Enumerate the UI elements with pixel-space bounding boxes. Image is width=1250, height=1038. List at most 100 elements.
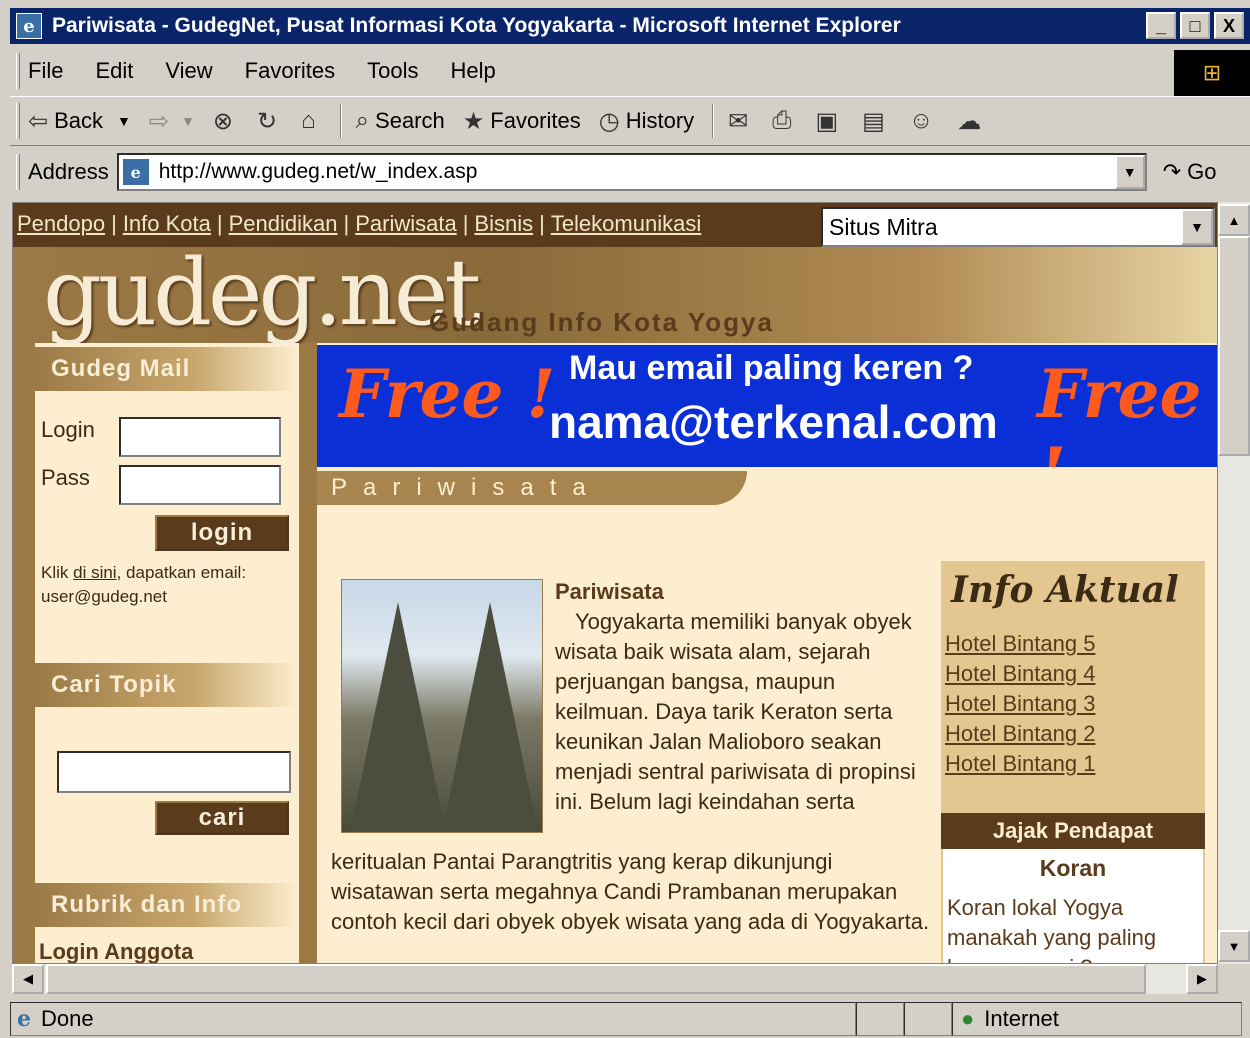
menu-edit[interactable]: Edit [95,58,133,84]
discuss-button[interactable]: ☁ [957,107,987,136]
info-link-hotel-3[interactable]: Hotel Bintang 3 [945,691,1095,717]
nav-link-telekomunikasi[interactable]: Telekomunikasi [551,211,701,236]
nav-link-bisnis[interactable]: Bisnis [474,211,533,236]
situs-mitra-select[interactable]: Situs Mitra ▼ [821,207,1215,247]
scroll-right-icon[interactable]: ▶ [1186,964,1218,994]
poll-question: Koran lokal Yogya manakah yang paling ka… [947,895,1157,963]
status-main: e Done [10,1002,856,1036]
home-button[interactable]: ⌂ [301,107,322,135]
info-link-hotel-5[interactable]: Hotel Bintang 5 [945,631,1095,657]
poll-body: Koran Koran lokal Yogya manakah yang pal… [943,849,1203,963]
horizontal-scrollbar[interactable]: ◀ ▶ [12,964,1218,994]
history-icon: ◷ [598,107,620,135]
status-text: Done [41,1006,94,1031]
chevron-down-icon[interactable]: ▼ [1181,209,1213,245]
vertical-scroll-thumb[interactable] [1218,236,1250,456]
toolbar-separator [339,104,342,138]
menu-grip [16,53,20,89]
go-button[interactable]: ↷ Go [1163,159,1217,185]
back-label: Back [54,108,104,133]
menu-help[interactable]: Help [451,58,496,84]
cari-topik-title: Cari Topik [35,663,299,707]
address-dropdown-icon[interactable]: ▼ [1114,155,1145,189]
poll-subtitle: Koran [1039,855,1107,881]
favorites-icon: ★ [462,107,485,135]
nav-link-info-kota[interactable]: Info Kota [123,211,211,236]
info-link-hotel-4[interactable]: Hotel Bintang 4 [945,661,1095,687]
mail-button[interactable]: ✉ [728,107,754,136]
history-label: History [625,108,695,133]
section-tab: Pariwisata [317,471,747,505]
history-button[interactable]: ◷ History [599,107,694,136]
nav-link-pariwisata[interactable]: Pariwisata [355,211,456,236]
mail-note: Klik di sini, dapatkan email: user@gudeg… [41,561,291,609]
mail-icon: ✉ [728,107,749,135]
menu-file[interactable]: File [28,58,63,84]
stop-button[interactable]: ⊗ [213,107,239,136]
page-button[interactable]: ▤ [862,107,891,136]
scroll-down-icon[interactable]: ▼ [1218,930,1250,962]
login-input[interactable] [119,417,281,457]
info-link-hotel-1[interactable]: Hotel Bintang 1 [945,751,1095,777]
scroll-up-icon[interactable]: ▲ [1218,204,1250,236]
info-aktual-box: Info Aktual Hotel Bintang 5 Hotel Bintan… [941,561,1205,963]
menu-view[interactable]: View [165,58,212,84]
page-content: Pendopo | Info Kota | Pendidikan | Pariwisata |… [12,202,1218,964]
print-button[interactable]: ⎙ [772,107,797,135]
toolbar-separator [712,104,715,138]
search-icon: ⌕ [355,107,370,134]
address-url[interactable]: http://www.gudeg.net/w_index.asp [159,160,478,184]
back-button[interactable]: ⇦ Back ▼ [28,107,131,136]
close-button[interactable]: X [1214,12,1244,39]
status-zone-text: Internet [984,1006,1059,1031]
address-input[interactable]: e http://www.gudeg.net/w_index.asp ▼ [116,153,1147,191]
status-bar: e Done ● Internet [10,1000,1250,1038]
rubrik-title: Rubrik dan Info [35,883,299,927]
forward-button[interactable]: ⇨ ▼ [149,107,195,136]
nav-link-pendopo[interactable]: Pendopo [17,211,105,236]
banner-free-left: Free ! [339,355,556,433]
poll-title: Jajak Pendapat [941,813,1205,849]
mail-signup-link[interactable]: di sini [73,563,116,582]
status-cell-1 [856,1002,904,1036]
forward-dropdown-icon[interactable]: ▼ [181,113,195,129]
temple-left-shape [350,602,446,832]
vertical-scrollbar[interactable]: ▲ ▼ [1218,202,1250,964]
minimize-button[interactable]: _ [1146,12,1176,39]
mail-note-suffix: , dapatkan email: [116,563,247,582]
nav-separator: | [216,211,223,236]
back-dropdown-icon[interactable]: ▼ [117,113,131,129]
site-logo[interactable]: gudeg.net [43,247,481,339]
maximize-button[interactable]: □ [1180,12,1210,39]
nav-separator: | [462,211,469,236]
nav-separator: | [539,211,545,236]
email-banner-ad[interactable]: Free ! Mau email paling keren ? nama@ter… [317,345,1217,467]
login-button[interactable]: login [155,515,289,551]
go-arrow-icon: ↷ [1162,159,1182,184]
mail-note-email: user@gudeg.net [41,587,167,606]
cari-button[interactable]: cari [155,801,289,835]
windows-logo-icon: ⊞ [1174,50,1250,96]
favorites-button[interactable]: ★ Favorites [463,107,581,136]
horizontal-scroll-thumb[interactable] [46,964,1146,994]
discuss-icon: ☁ [957,107,982,135]
prambanan-temple-image [341,579,543,833]
menu-favorites[interactable]: Favorites [245,58,335,84]
nav-link-pendidikan[interactable]: Pendidikan [229,211,338,236]
refresh-button[interactable]: ↻ [257,107,283,136]
search-button[interactable]: ⌕ Search [356,107,445,135]
title-bar[interactable]: e Pariwisata - GudegNet, Pusat Informasi… [10,8,1250,44]
search-topic-input[interactable] [57,751,291,793]
menu-tools[interactable]: Tools [367,58,418,84]
password-input[interactable] [119,465,281,505]
site-tagline: Gudang Info Kota Yogya [429,307,774,337]
address-bar: Address e http://www.gudeg.net/w_index.a… [10,148,1250,196]
edit-button[interactable]: ▣ [815,107,844,136]
info-link-hotel-2[interactable]: Hotel Bintang 2 [945,721,1095,747]
scroll-left-icon[interactable]: ◀ [12,964,44,994]
browser-window: e Pariwisata - GudegNet, Pusat Informasi… [0,0,1250,1037]
page-icon: ▤ [862,107,885,135]
messenger-button[interactable]: ☺ [909,107,940,135]
login-anggota-link[interactable]: Login Anggota [39,939,193,963]
banner-question: Mau email paling keren ? [569,349,974,387]
